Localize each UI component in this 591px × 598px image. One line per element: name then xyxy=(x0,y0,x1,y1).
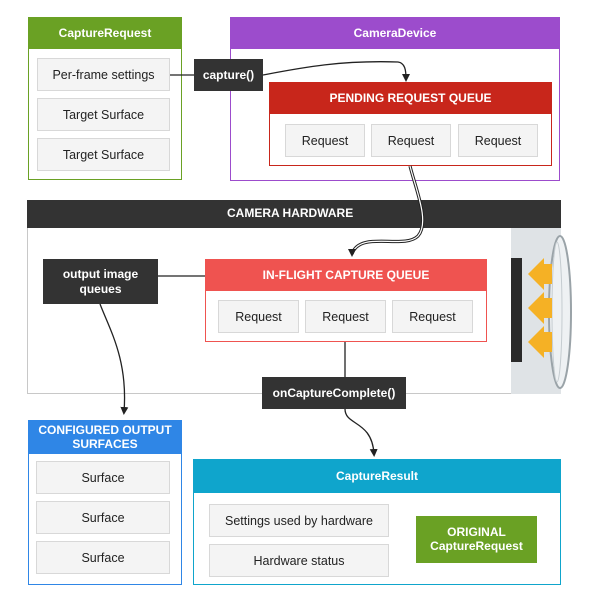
capture-result-panel: CaptureResult Settings used by hardware … xyxy=(193,459,561,585)
configured-output-surfaces-title: CONFIGURED OUTPUT SURFACES xyxy=(29,421,181,454)
original-capture-request-badge: ORIGINAL CaptureRequest xyxy=(416,516,537,563)
surface-item: Surface xyxy=(36,541,170,574)
surface-item: Surface xyxy=(36,461,170,494)
configured-output-surfaces-panel: CONFIGURED OUTPUT SURFACES Surface Surfa… xyxy=(28,420,182,585)
hardware-status-item: Hardware status xyxy=(209,544,389,577)
capture-call-label: capture() xyxy=(194,59,263,91)
capture-result-title: CaptureResult xyxy=(194,460,560,493)
surface-item: Surface xyxy=(36,501,170,534)
settings-used-by-hardware-item: Settings used by hardware xyxy=(209,504,389,537)
on-capture-complete-label: onCaptureComplete() xyxy=(262,377,406,409)
